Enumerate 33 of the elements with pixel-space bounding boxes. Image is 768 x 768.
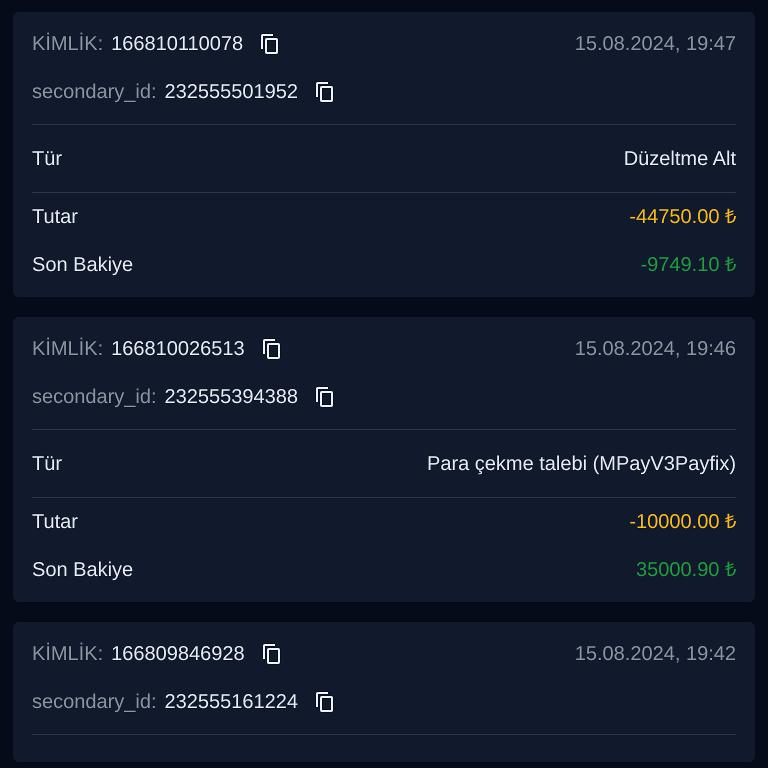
secondary-id-label: secondary_id: (32, 385, 157, 410)
id-value: 166810026513 (111, 337, 245, 362)
id-value: 166810110078 (111, 32, 244, 57)
row-value: -9749.10 ₺ (640, 253, 736, 278)
date-time: 15.08.2024, 19:42 (574, 642, 736, 667)
copy-icon[interactable] (260, 643, 281, 665)
row-value: -10000.00 ₺ (629, 510, 736, 535)
copy-icon[interactable] (314, 81, 334, 103)
date-time: 15.08.2024, 19:47 (574, 32, 736, 57)
id-value: 166809846928 (111, 642, 245, 667)
row-label: Tür (32, 452, 62, 476)
secondary-id-value: 232555501952 (164, 80, 298, 105)
copy-icon[interactable] (259, 33, 280, 55)
row-value: Para çekme talebi (MPayV3Payfix) (426, 452, 736, 476)
copy-icon[interactable] (260, 338, 281, 360)
secondary-id-label: secondary_id: (32, 690, 157, 715)
secondary-id-value: 232555161224 (164, 690, 298, 715)
secondary-id-value: 232555394388 (164, 385, 298, 410)
id-label: KİMLİK: (32, 32, 104, 57)
secondary-id-label: secondary_id: (32, 80, 157, 105)
row-value: -44750.00 ₺ (629, 205, 736, 230)
row-label: Tutar (32, 205, 78, 230)
row-value: Düzeltme Alt (624, 146, 736, 172)
row-label: Tutar (32, 510, 78, 535)
row-value: 35000.90 ₺ (636, 558, 736, 583)
id-label: KİMLİK: (32, 336, 104, 362)
copy-icon[interactable] (314, 691, 334, 713)
row-label: Son Bakiye (32, 558, 134, 583)
row-label: Tür (32, 146, 62, 172)
copy-icon[interactable] (314, 386, 334, 408)
id-label: KİMLİK: (32, 642, 104, 667)
row-label: Son Bakiye (32, 253, 134, 278)
date-time: 15.08.2024, 19:46 (574, 337, 736, 362)
